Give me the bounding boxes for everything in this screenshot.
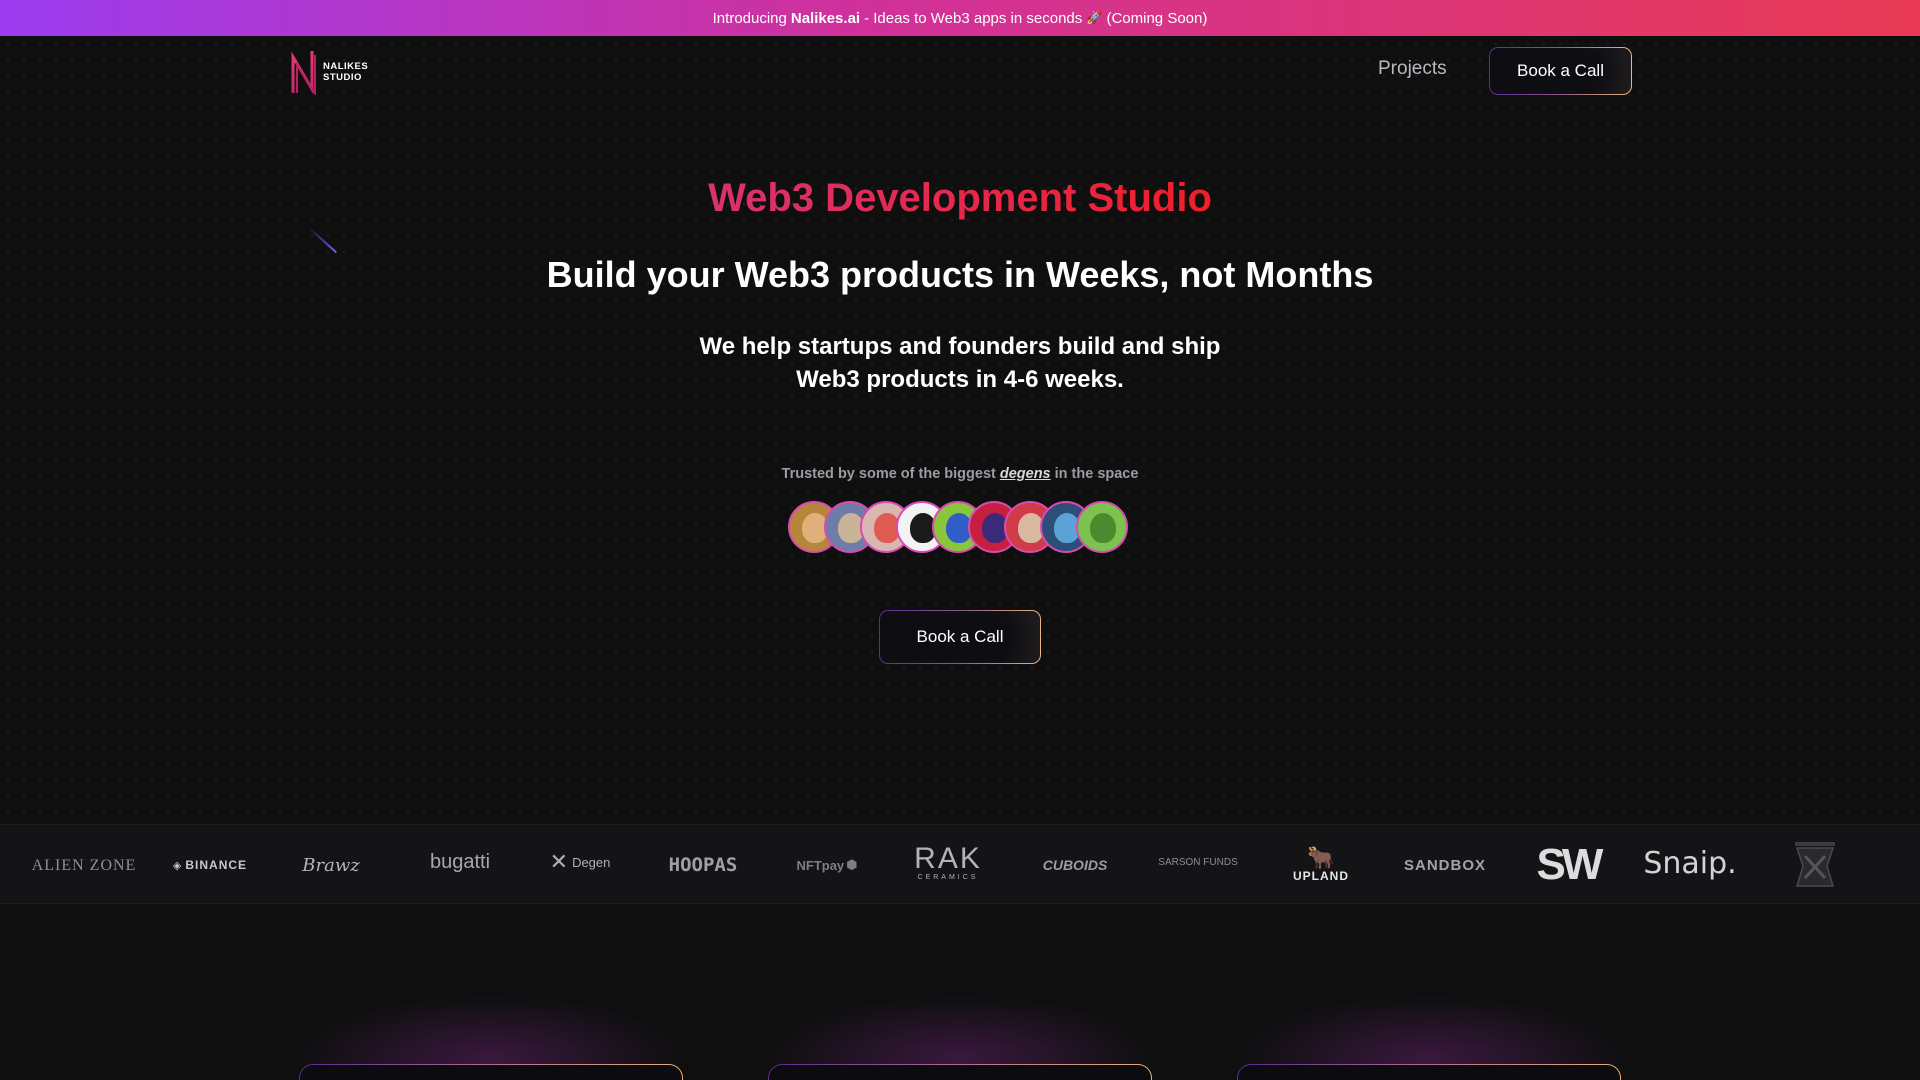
x-icon: ✕: [549, 849, 569, 874]
trusted-prefix: Trusted by some of the biggest: [781, 466, 996, 482]
partner-logo-crest: [1786, 825, 1844, 905]
partner-rak-sub: CERAMICS: [917, 873, 979, 881]
crest-icon: [1795, 842, 1835, 887]
service-card-1[interactable]: [299, 1064, 683, 1080]
partner-logos-strip: ALIEN ZONE ◈ BINANCE Brawz bugatti ✕ Deg…: [0, 824, 1920, 904]
header-book-call-button[interactable]: Book a Call: [1489, 47, 1632, 95]
hexagon-icon: ⬢: [846, 857, 858, 872]
partner-logo-brawz: Brawz: [302, 854, 360, 876]
hero-headline: Build your Web3 products in Weeks, not M…: [546, 254, 1374, 295]
partner-nftpay-label: NFTpay: [796, 857, 845, 873]
studio-logo[interactable]: NALIKES STUDIO: [290, 48, 380, 96]
service-card-2[interactable]: [768, 1064, 1152, 1080]
banner-note: (Coming Soon): [1106, 9, 1208, 27]
rocket-icon: 🚀: [1086, 10, 1103, 25]
partner-logo-upland: 🐂 UPLAND: [1290, 825, 1352, 905]
logo-line-2: STUDIO: [323, 72, 362, 83]
hero-book-call-button[interactable]: Book a Call: [879, 610, 1041, 664]
trusted-by-text: Trusted by some of the biggest degens in t…: [0, 466, 1920, 482]
n-mark-icon: [291, 51, 316, 95]
partner-logo-alien-zone: ALIEN ZONE: [32, 825, 136, 905]
partner-logo-sw: SW: [1536, 840, 1604, 889]
announcement-banner[interactable]: Introducing Nalikes.ai - Ideas to Web3 a…: [0, 0, 1920, 36]
bull-icon: 🐂: [1307, 845, 1335, 870]
partner-logo-degen: ✕ Degen: [545, 822, 615, 902]
avatar-face: [1090, 513, 1116, 543]
partner-binance-label: BINANCE: [185, 858, 248, 872]
partner-logo-cuboids: CUBOIDS: [1042, 857, 1108, 873]
partner-alien-line: ALIEN ZONE: [31, 856, 137, 874]
shooting-star-decoration: [307, 226, 337, 254]
partner-logo-bugatti: bugatti: [429, 850, 491, 873]
partner-rak-label: RAK: [914, 841, 982, 875]
hero-subheadline: We help startups and founders build and …: [0, 330, 1920, 396]
partner-logo-binance: ◈ BINANCE: [170, 825, 250, 905]
partner-logo-snaip: Snaip.: [1643, 845, 1737, 881]
banner-prefix: Introducing: [712, 9, 787, 27]
partner-logo-hoopas: HOOPAS: [668, 854, 738, 876]
hero-sub-line-2: Web3 products in 4-6 weeks.: [796, 366, 1124, 393]
trusted-suffix: in the space: [1054, 466, 1139, 482]
logo-line-1: NALIKES: [323, 61, 369, 72]
partner-logo-sarson-funds: SARSON FUNDS: [1158, 856, 1238, 868]
dot-grid-background: [0, 36, 1920, 824]
hero-eyebrow: Web3 Development Studio: [0, 176, 1920, 221]
service-card-3[interactable]: [1237, 1064, 1621, 1080]
degens-link[interactable]: degens: [1000, 466, 1051, 482]
partner-degen-label: Degen: [572, 854, 611, 870]
nav-projects-link[interactable]: Projects: [1378, 58, 1447, 80]
hero-sub-line-1: We help startups and founders build and …: [699, 333, 1221, 360]
avatar-stack: [788, 501, 1128, 555]
hero-eyebrow-text: Web3 Development Studio: [708, 176, 1212, 220]
binance-icon: ◈: [172, 859, 183, 872]
avatar: [1076, 501, 1128, 553]
banner-suffix: - Ideas to Web3 apps in seconds: [864, 9, 1083, 27]
partner-upland-label: UPLAND: [1293, 869, 1349, 883]
partner-logo-rak: RAK CERAMICS: [912, 822, 984, 902]
partner-logo-nftpay: NFTpay ⬢: [792, 825, 862, 905]
partner-logo-sandbox: SANDBOX: [1404, 856, 1487, 874]
banner-brand: Nalikes.ai: [790, 9, 861, 27]
